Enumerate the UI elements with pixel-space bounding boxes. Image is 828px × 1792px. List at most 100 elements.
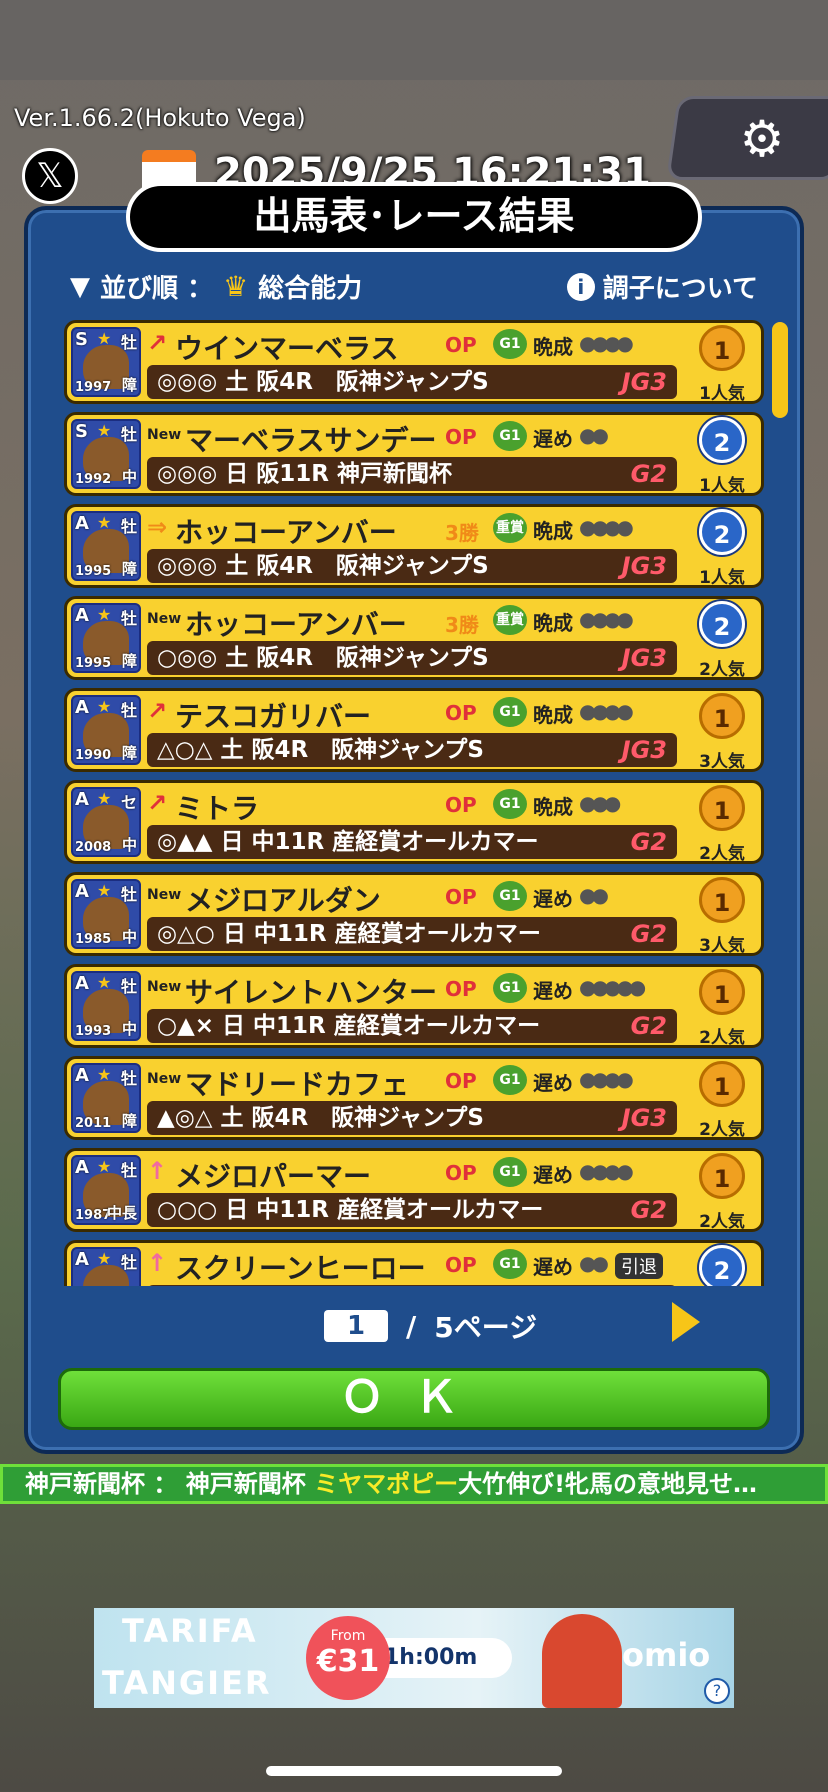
star-icon: ★ — [97, 421, 112, 440]
horse-portrait: A ★ 牡 — [71, 1247, 141, 1286]
class-label: 3勝 — [445, 613, 479, 637]
popularity-label: 2人気 — [699, 844, 745, 864]
gear-icon[interactable]: ⚙ — [735, 112, 789, 166]
condition-dots: ●●●● — [579, 1159, 634, 1183]
ad-price-badge: From €31 — [306, 1616, 390, 1700]
race-grade: JG3 — [621, 368, 667, 396]
sort-triangle-icon: ▼ — [70, 271, 90, 302]
grade-label: A — [75, 789, 89, 810]
class-label: OP — [445, 1253, 477, 1277]
star-icon: ★ — [97, 881, 112, 900]
horse-row[interactable]: A ★ 牡 1987 中長 ↑ メジロパーマー OP G1 遅め ●●●● ○○… — [64, 1148, 764, 1232]
horse-row[interactable]: A ★ 牡 1995 障 New ホッコーアンバー 3勝 重賞 晩成 ●●●● … — [64, 596, 764, 680]
sort-control[interactable]: ▼ 並び順 ： ♛ 総合能力 — [70, 268, 362, 305]
sex-label: 牡 — [120, 1161, 137, 1180]
race-text: ○○○ 日 中11R 産経賞オールカマー — [157, 1197, 544, 1223]
sex-label: 牡 — [120, 333, 137, 352]
grade-label: A — [75, 973, 89, 994]
ad-line2: TANGIER — [102, 1664, 272, 1702]
popularity-label: 2人気 — [699, 1212, 745, 1232]
race-text: ◎◎◎ 土 阪4R 阪神ジャンプS — [157, 553, 489, 579]
growth-label: 晩成 — [533, 703, 573, 727]
birth-year: 1995 — [75, 656, 112, 671]
sex-label: 牡 — [120, 1069, 137, 1088]
star-icon: ★ — [97, 697, 112, 716]
horse-row[interactable]: S ★ 牡 1992 中 New マーベラスサンデー OP G1 遅め ●● ◎… — [64, 412, 764, 496]
grade-label: A — [75, 697, 89, 718]
horse-row[interactable]: A ★ 牡 1995 障 ⇒ ホッコーアンバー 3勝 重賞 晩成 ●●●● ◎◎… — [64, 504, 764, 588]
trend-icon: ↗ — [147, 697, 168, 725]
horse-row[interactable]: A ★ 牡 ↑ スクリーンヒーロー OP G1 遅め ●● 2 引退 — [64, 1240, 764, 1286]
sex-label: 牡 — [120, 1253, 137, 1272]
page-number-input[interactable]: 1 — [324, 1310, 388, 1342]
ticker-prefix: 神戸新聞杯 ： 神戸新聞杯 — [25, 1470, 315, 1498]
growth-label: 晩成 — [533, 795, 573, 819]
next-page-arrow-icon[interactable] — [672, 1302, 700, 1342]
race-text: ◎◎◎ 土 阪4R 阪神ジャンプS — [157, 369, 489, 395]
horse-row[interactable]: A ★ セ 2008 中 ↗ ミトラ OP G1 晩成 ●●● ◎▲▲ 日 中1… — [64, 780, 764, 864]
ticker-highlight: ミヤマポピー — [314, 1470, 459, 1498]
trophy-icon: 1 — [685, 969, 759, 1023]
grade-label: A — [75, 1157, 89, 1178]
ok-button[interactable]: ＯＫ — [58, 1368, 770, 1430]
race-text: ◎▲▲ 日 中11R 産経賞オールカマー — [157, 829, 539, 855]
grade-label: A — [75, 1249, 89, 1270]
trend-icon: ⇒ — [147, 513, 168, 541]
grade-label: S — [75, 421, 88, 442]
race-grade: JG3 — [621, 552, 667, 580]
horse-portrait: A ★ 牡 1990 障 — [71, 695, 141, 765]
grade-label: A — [75, 605, 89, 626]
condition-dots: ●●●● — [579, 331, 634, 355]
race-info: ◎◎◎ 日 阪11R 神戸新聞杯 G2 — [147, 457, 677, 491]
growth-label: 晩成 — [533, 519, 573, 543]
version-label: Ver.1.66.2(Hokuto Vega) — [14, 104, 306, 132]
condition-info-button[interactable]: i 調子について — [566, 268, 758, 305]
condition-dots: ●●●● — [579, 1067, 634, 1091]
condition-dots: ●●●● — [579, 699, 634, 723]
popularity-label: 2人気 — [699, 1120, 745, 1140]
horse-name: メジロアルダン — [185, 884, 381, 917]
horse-name: サイレントハンター — [185, 976, 438, 1009]
star-icon: ★ — [97, 513, 112, 532]
ad-banner[interactable]: TARIFA TANGIER 1h:00m From €31 omio ? — [94, 1608, 734, 1708]
retired-badge: 引退 — [615, 1253, 663, 1279]
horse-row[interactable]: A ★ 牡 1993 中 New サイレントハンター OP G1 遅め ●●●●… — [64, 964, 764, 1048]
race-text: ◎◎◎ 日 阪11R 神戸新聞杯 — [157, 461, 452, 487]
list-scrollbar[interactable] — [772, 322, 788, 418]
horse-row[interactable]: A ★ 牡 1990 障 ↗ テスコガリバー OP G1 晩成 ●●●● △○△… — [64, 688, 764, 772]
horse-name: メジロパーマー — [175, 1160, 372, 1193]
distance-label: 中 — [121, 928, 137, 946]
ad-help-icon[interactable]: ? — [704, 1678, 730, 1704]
trophy-icon: 2 — [685, 509, 759, 563]
star-icon: ★ — [97, 789, 112, 808]
trend-icon: New — [147, 887, 182, 903]
horse-row[interactable]: A ★ 牡 2011 障 New マドリードカフェ OP G1 遅め ●●●● … — [64, 1056, 764, 1140]
birth-year: 1987 — [75, 1208, 112, 1223]
race-grade: G2 — [630, 920, 667, 948]
trophy-icon: 1 — [685, 785, 759, 839]
horse-row[interactable]: S ★ 牡 1997 障 ↗ ウインマーベラス OP G1 晩成 ●●●● ◎◎… — [64, 320, 764, 404]
news-ticker[interactable]: 神戸新聞杯 ： 神戸新聞杯 ミヤマポピー大竹伸び!牝馬の意地見せ… — [0, 1464, 828, 1504]
horse-portrait: A ★ セ 2008 中 — [71, 787, 141, 857]
page-total: 5ページ — [434, 1311, 538, 1344]
trophy-icon: 2 — [685, 417, 759, 471]
rank-medal: 1 — [699, 1061, 745, 1107]
birth-year: 1990 — [75, 748, 112, 763]
condition-dots: ●●●● — [579, 607, 634, 631]
growth-label: 晩成 — [533, 335, 573, 359]
star-icon: ★ — [97, 1249, 112, 1268]
popularity-label: 2人気 — [699, 1028, 745, 1048]
grade-tag-icon: G1 — [493, 697, 527, 727]
ad-brand: omio — [622, 1636, 711, 1674]
horse-name: ミトラ — [175, 792, 260, 825]
rank-medal: 1 — [699, 693, 745, 739]
horse-list[interactable]: S ★ 牡 1997 障 ↗ ウインマーベラス OP G1 晩成 ●●●● ◎◎… — [62, 320, 766, 1286]
horse-row[interactable]: A ★ 牡 1985 中 New メジロアルダン OP G1 遅め ●● ◎△○… — [64, 872, 764, 956]
x-share-icon[interactable]: 𝕏 — [22, 148, 78, 204]
race-info: ◎△○ 日 中11R 産経賞オールカマー G2 — [147, 917, 677, 951]
trophy-icon: 1 — [685, 1061, 759, 1115]
race-info: ○▲× 日 中11R 産経賞オールカマー G2 — [147, 1009, 677, 1043]
grade-tag-icon: G1 — [493, 329, 527, 359]
horse-portrait: S ★ 牡 1997 障 — [71, 327, 141, 397]
info-icon: i — [566, 272, 595, 301]
